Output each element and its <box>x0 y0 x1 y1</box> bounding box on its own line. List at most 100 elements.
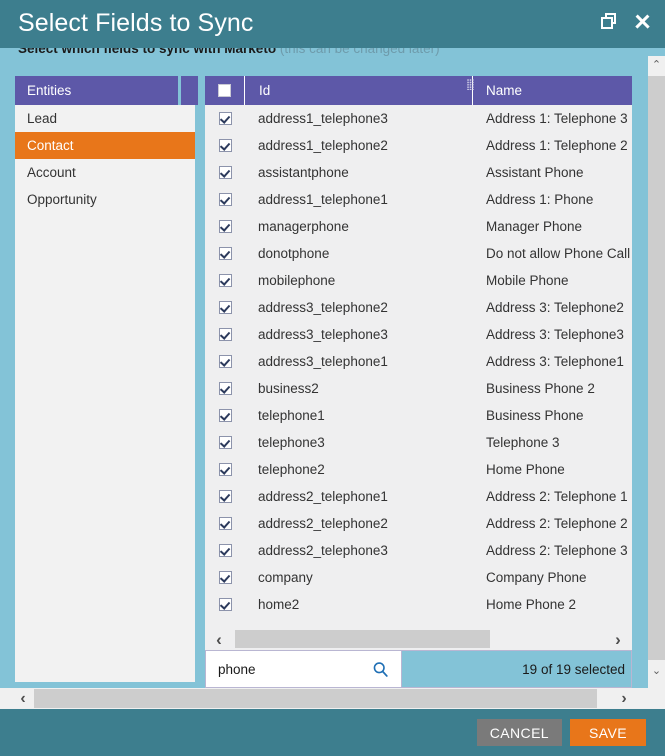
row-checkbox-cell <box>205 571 245 584</box>
sidebar-item-label: Account <box>27 165 76 180</box>
row-checkbox[interactable] <box>218 247 232 260</box>
fields-grid-body: address1_telephone3 Address 1: Telephone … <box>205 105 632 647</box>
row-checkbox-cell <box>205 247 245 260</box>
sidebar-item-opportunity[interactable]: Opportunity <box>15 186 195 213</box>
search-field-container[interactable]: phone <box>205 650 402 688</box>
table-row[interactable]: address3_telephone3 Address 3: Telephone3 <box>205 321 632 348</box>
row-checkbox[interactable] <box>218 436 232 449</box>
table-row[interactable]: address2_telephone2 Address 2: Telephone … <box>205 510 632 537</box>
row-checkbox[interactable] <box>218 544 232 557</box>
grid-scroll-thumb[interactable] <box>235 630 490 648</box>
table-row[interactable]: donotphone Do not allow Phone Call <box>205 240 632 267</box>
window-controls <box>601 13 651 31</box>
row-checkbox[interactable] <box>218 355 232 368</box>
cell-id: mobilephone <box>258 273 336 288</box>
page-vertical-scroll-thumb[interactable] <box>648 76 665 660</box>
row-checkbox[interactable] <box>218 463 232 476</box>
row-checkbox[interactable] <box>218 328 232 341</box>
page-vertical-scrollbar[interactable]: ⌃ ⌄ <box>648 56 665 688</box>
search-input[interactable]: phone <box>218 662 256 677</box>
row-checkbox[interactable] <box>218 301 232 314</box>
column-resize-grip-icon[interactable] <box>467 79 474 90</box>
cell-id: telephone2 <box>258 462 325 477</box>
scroll-up-arrow-icon[interactable]: ⌃ <box>648 56 665 74</box>
table-row[interactable]: address1_telephone3 Address 1: Telephone … <box>205 105 632 132</box>
column-header-id-label: Id <box>259 83 271 98</box>
cancel-button[interactable]: CANCEL <box>476 719 562 746</box>
search-icon[interactable] <box>372 661 389 678</box>
column-header-name-label: Name <box>486 83 523 98</box>
table-row[interactable]: address3_telephone2 Address 3: Telephone2 <box>205 294 632 321</box>
row-checkbox[interactable] <box>218 517 232 530</box>
page-horizontal-scrollbar[interactable]: ‹ › <box>0 688 665 709</box>
row-checkbox[interactable] <box>218 274 232 287</box>
cell-name: Business Phone 2 <box>486 381 595 396</box>
row-checkbox[interactable] <box>218 193 232 206</box>
entities-sidebar: Entities Lead Contact Account Opportunit… <box>15 76 195 682</box>
select-fields-dialog: Select which fields to sync with Marketo… <box>0 0 665 756</box>
cell-name: Home Phone <box>486 462 565 477</box>
grid-scroll-track[interactable] <box>233 630 604 648</box>
row-checkbox[interactable] <box>218 166 232 179</box>
save-button[interactable]: SAVE <box>570 719 646 746</box>
table-row[interactable]: company Company Phone <box>205 564 632 591</box>
footer-buttons: CANCEL SAVE <box>476 719 646 746</box>
row-checkbox[interactable] <box>218 139 232 152</box>
restore-square-front <box>601 17 613 29</box>
restore-window-icon[interactable] <box>601 13 619 31</box>
close-icon[interactable] <box>633 13 651 31</box>
table-row[interactable]: address1_telephone1 Address 1: Phone <box>205 186 632 213</box>
row-checkbox[interactable] <box>218 220 232 233</box>
row-checkbox[interactable] <box>218 598 232 611</box>
table-row[interactable]: address1_telephone2 Address 1: Telephone … <box>205 132 632 159</box>
row-checkbox[interactable] <box>218 490 232 503</box>
cell-id: telephone1 <box>258 408 325 423</box>
cell-id: home2 <box>258 597 300 612</box>
table-row[interactable]: address2_telephone3 Address 2: Telephone … <box>205 537 632 564</box>
sidebar-item-account[interactable]: Account <box>15 159 195 186</box>
table-row[interactable]: mobilephone Mobile Phone <box>205 267 632 294</box>
cell-name: Address 1: Telephone 3 <box>486 111 628 126</box>
cell-id: address2_telephone3 <box>258 543 388 558</box>
row-checkbox[interactable] <box>218 112 232 125</box>
row-checkbox[interactable] <box>218 382 232 395</box>
sidebar-item-contact[interactable]: Contact <box>15 132 195 159</box>
page-horizontal-scroll-thumb[interactable] <box>34 689 597 708</box>
select-all-checkbox[interactable] <box>218 84 231 97</box>
table-row[interactable]: telephone1 Business Phone <box>205 402 632 429</box>
grid-scroll-left-arrow-icon[interactable]: ‹ <box>207 628 231 650</box>
sidebar-item-label: Lead <box>27 111 58 126</box>
row-checkbox-cell <box>205 382 245 395</box>
row-checkbox[interactable] <box>218 409 232 422</box>
sidebar-item-lead[interactable]: Lead <box>15 105 195 132</box>
row-checkbox-cell <box>205 490 245 503</box>
column-header-name[interactable]: Name <box>474 76 632 105</box>
table-row[interactable]: business2 Business Phone 2 <box>205 375 632 402</box>
grid-scroll-right-arrow-icon[interactable]: › <box>606 628 630 650</box>
cell-id: assistantphone <box>258 165 349 180</box>
grid-horizontal-scrollbar[interactable]: ‹ › <box>205 628 632 650</box>
fields-grid-header: Id Name <box>205 76 632 105</box>
cell-name: Business Phone <box>486 408 584 423</box>
row-checkbox-cell <box>205 166 245 179</box>
row-checkbox-cell <box>205 436 245 449</box>
scroll-down-arrow-icon[interactable]: ⌄ <box>648 662 665 680</box>
table-row[interactable]: managerphone Manager Phone <box>205 213 632 240</box>
cell-id: address2_telephone1 <box>258 489 388 504</box>
table-row[interactable]: address2_telephone1 Address 2: Telephone … <box>205 483 632 510</box>
row-checkbox[interactable] <box>218 571 232 584</box>
page-scroll-left-arrow-icon[interactable]: ‹ <box>12 688 34 709</box>
cell-id: address1_telephone3 <box>258 111 388 126</box>
cell-id: address3_telephone1 <box>258 354 388 369</box>
row-checkbox-cell <box>205 517 245 530</box>
table-row[interactable]: address3_telephone1 Address 3: Telephone1 <box>205 348 632 375</box>
table-row[interactable]: telephone2 Home Phone <box>205 456 632 483</box>
cell-id: company <box>258 570 313 585</box>
table-row[interactable]: telephone3 Telephone 3 <box>205 429 632 456</box>
search-and-status-row: phone 19 of 19 selected <box>205 650 632 688</box>
table-row[interactable]: home2 Home Phone 2 <box>205 591 632 618</box>
table-row[interactable]: assistantphone Assistant Phone <box>205 159 632 186</box>
cell-name: Address 1: Phone <box>486 192 594 207</box>
page-scroll-right-arrow-icon[interactable]: › <box>613 688 635 709</box>
column-header-id[interactable]: Id <box>246 76 473 105</box>
